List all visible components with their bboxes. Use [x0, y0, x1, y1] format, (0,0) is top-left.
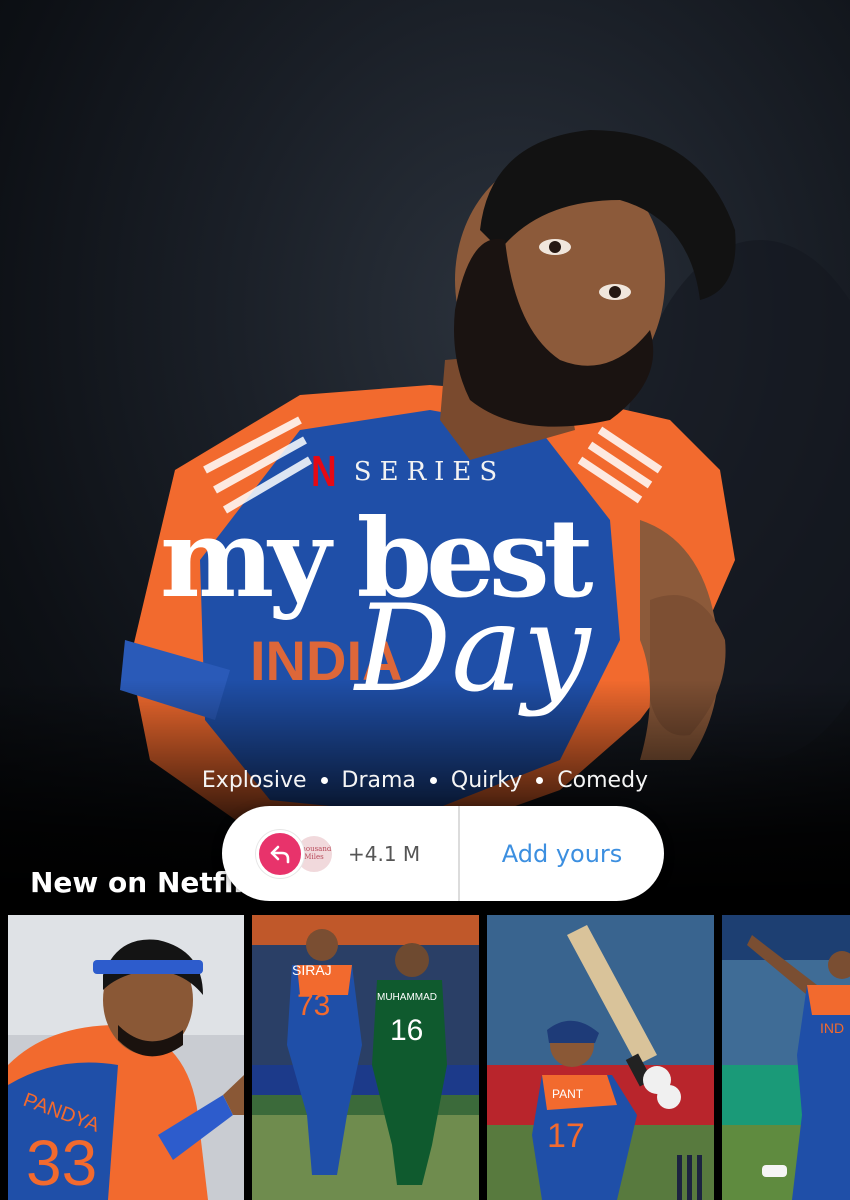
- thumbnail-card[interactable]: SIRAJ 73 MUHAMMAD 16: [252, 915, 479, 1200]
- genre-separator: [536, 777, 544, 784]
- thumbnail-image: 33 PANDYA: [8, 915, 244, 1200]
- participants-group[interactable]: Thousand Miles +4.1 M: [222, 806, 458, 901]
- series-label: SERIES: [353, 457, 506, 487]
- opponent-number: 16: [390, 1014, 423, 1047]
- genre-separator: [320, 777, 328, 784]
- add-yours-sticker[interactable]: Thousand Miles +4.1 M Add yours: [222, 806, 664, 901]
- opponent-name: MUHAMMAD: [377, 992, 437, 1003]
- thumbnail-image: 17 PANT: [487, 915, 714, 1200]
- genre-tag: Comedy: [557, 768, 649, 793]
- add-yours-button[interactable]: Add yours: [460, 806, 664, 901]
- jersey-number: 33: [26, 1127, 97, 1199]
- participant-count: +4.1 M: [348, 841, 421, 866]
- add-yours-label: Add yours: [501, 839, 623, 868]
- genre-tag: Explosive: [201, 768, 307, 793]
- thumbnail-card[interactable]: 17 PANT: [487, 915, 714, 1200]
- reply-icon: [256, 829, 304, 878]
- genre-separator: [429, 777, 437, 784]
- show-title-line-2: Day: [355, 580, 591, 719]
- hero-banner[interactable]: INDIA N SERIES my best Day Explosive Dra…: [0, 0, 850, 900]
- thumbnail-card[interactable]: IND: [722, 915, 850, 1200]
- thumbnail-card[interactable]: 33 PANDYA: [8, 915, 244, 1200]
- genre-tag: Drama: [341, 768, 416, 793]
- jersey-number: 17: [547, 1117, 585, 1155]
- thumbnail-row: 33 PANDYA SIRAJ 73 MUHAMMAD 16 17 PANT I…: [0, 915, 850, 1200]
- netflix-n-logo: N: [311, 447, 337, 496]
- genre-tags: Explosive Drama Quirky Comedy: [0, 768, 850, 793]
- netflix-series-badge: N SERIES: [308, 447, 505, 497]
- jersey-number: 73: [297, 989, 330, 1022]
- thumbnail-image: IND: [722, 915, 850, 1200]
- genre-tag: Quirky: [450, 768, 523, 793]
- thumbnail-image: SIRAJ 73 MUHAMMAD 16: [252, 915, 479, 1200]
- jersey-name: SIRAJ: [292, 962, 332, 978]
- jersey-name: IND: [820, 1020, 844, 1036]
- jersey-name: PANT: [552, 1087, 584, 1101]
